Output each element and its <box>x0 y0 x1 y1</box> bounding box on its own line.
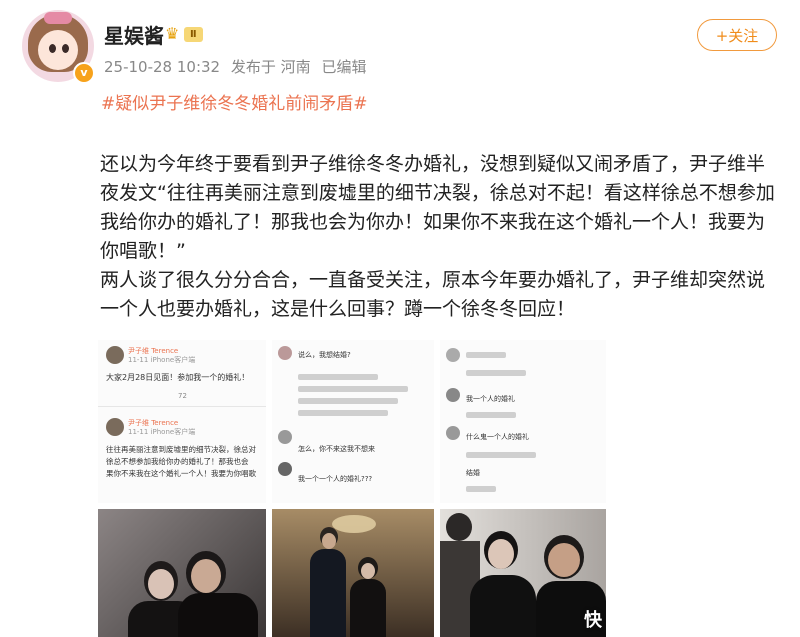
topic-hashtag[interactable]: #疑似尹子维徐冬冬婚礼前闹矛盾# <box>101 89 368 114</box>
watermark-text: 快 <box>584 610 602 631</box>
bow-decoration <box>44 12 72 24</box>
mini-comment: 什么鬼一个人的婚礼 <box>466 433 529 441</box>
mini-comment: 结婚 <box>466 469 480 477</box>
mini-meta: 11-11 iPhone客户端 <box>128 356 196 364</box>
mini-avatar <box>446 348 460 362</box>
level-badge: Ⅱ <box>184 27 203 42</box>
mini-comment: 我一个一个人的婚礼??? <box>298 475 373 483</box>
mini-comment: 我一个人的婚礼 <box>466 395 515 403</box>
mini-avatar <box>106 418 124 436</box>
image-screenshot-2[interactable]: 说么，我想结婚? 怎么，你不来这我不想来 我一个一个人的婚礼??? <box>272 340 434 503</box>
timestamp: 25-10-28 10:32 <box>104 58 221 76</box>
username[interactable]: 星娱酱 <box>104 20 164 49</box>
edited-label: 已编辑 <box>321 58 367 76</box>
mini-comment: 怎么，你不来这我不想来 <box>298 445 375 453</box>
follow-button[interactable]: +关注 <box>697 19 777 51</box>
mini-avatar <box>106 346 124 364</box>
paragraph-2: 两人谈了很久分分合合，一直备受关注，原本今年要办婚礼了，尹子维却突然说一个人也要… <box>100 269 766 320</box>
image-photo-1[interactable] <box>98 509 266 637</box>
mini-avatar <box>278 430 292 444</box>
mini-meta: 11-11 iPhone客户端 <box>128 428 196 436</box>
post-body: 还以为今年终于要看到尹子维徐冬冬办婚礼，没想到疑似又闹矛盾了，尹子维半夜发文“往… <box>100 150 780 324</box>
mini-avatar <box>278 462 292 476</box>
crown-icon: ♛ <box>165 24 180 43</box>
mini-avatar <box>446 388 460 402</box>
image-photo-2[interactable] <box>272 509 434 637</box>
verified-badge-icon: v <box>73 62 95 84</box>
mini-post-line: 果你不来我在这个婚礼一个人！我要为你唱歌 <box>106 469 256 478</box>
image-photo-3[interactable] <box>440 509 606 637</box>
post-meta: 25-10-28 10:32 发布于 河南 已编辑 <box>104 56 372 77</box>
mini-comment: 说么，我想结婚? <box>298 351 351 359</box>
mini-avatar <box>446 426 460 440</box>
mini-comment-count: 72 <box>178 392 187 400</box>
image-screenshot-1[interactable]: 尹子维 Terence 11-11 iPhone客户端 大家2月28日见面！参加… <box>98 340 266 503</box>
mini-avatar <box>278 346 292 360</box>
paragraph-1: 还以为今年终于要看到尹子维徐冬冬办婚礼，没想到疑似又闹矛盾了，尹子维半夜发文“往… <box>100 153 775 262</box>
mini-post-text: 大家2月28日见面！参加我一个的婚礼！ <box>106 373 250 382</box>
mini-post-line: 徐总不想参加我给你办的婚礼了！那我也会 <box>106 457 249 466</box>
location: 发布于 河南 <box>230 58 311 76</box>
image-screenshot-3[interactable]: 我一个人的婚礼 什么鬼一个人的婚礼 结婚 <box>440 340 606 503</box>
mini-post-line: 往往再美丽注意到废墟里的细节决裂，徐总对 <box>106 445 256 454</box>
